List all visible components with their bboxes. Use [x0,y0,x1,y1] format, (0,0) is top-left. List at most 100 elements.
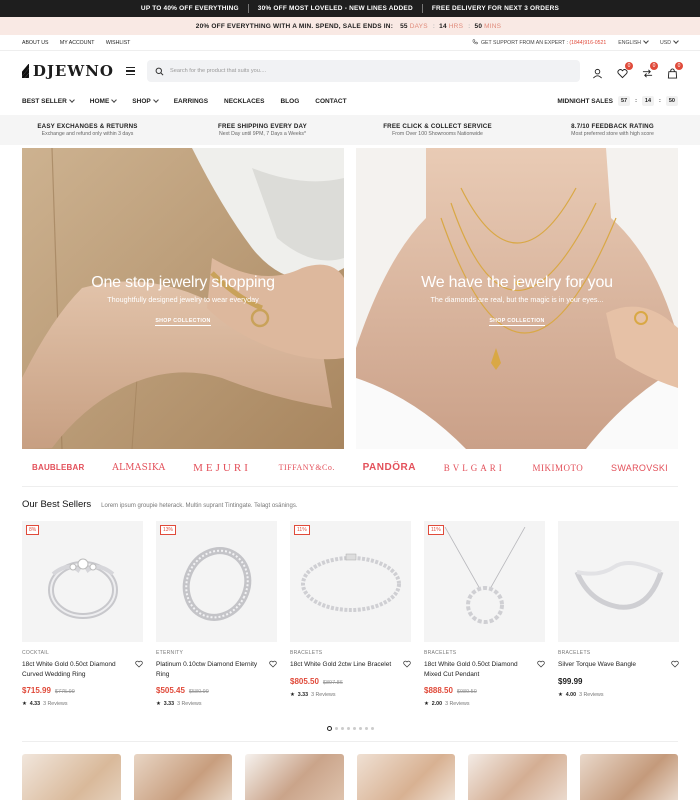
sale-price: $715.99 [22,686,51,695]
pagination-dot[interactable] [340,727,344,730]
product-image[interactable] [558,521,679,642]
category-thumbnail[interactable] [133,754,232,800]
nav-item-earrings[interactable]: EARRINGS [174,98,208,105]
heart-icon[interactable] [269,660,277,668]
cart-count-badge: 0 [675,61,683,70]
pagination-dot[interactable] [364,727,368,730]
heart-icon[interactable] [403,660,411,668]
support-phone[interactable]: GET SUPPORT FROM AN EXPERT : (1844)916-0… [472,39,606,46]
brand-logo-baublebar[interactable]: BAUBLEBAR [32,463,84,472]
category-thumbnail[interactable] [468,754,567,800]
search-input[interactable] [170,68,572,74]
product-name[interactable]: 18ct White Gold 2ctw Line Bracelet [290,660,398,670]
user-icon [593,68,602,78]
brand-logo-bvlgari[interactable]: BVLGARI [444,463,505,473]
product-name[interactable]: Silver Torque Wave Bangle [558,660,666,670]
countdown-days-unit: DAYS [409,22,428,30]
product-image[interactable]: 11% [290,521,411,642]
midnight-sales[interactable]: MIDNIGHT SALES 57: 14: 50 [557,96,678,106]
bangle-image [574,560,663,610]
site-logo[interactable]: DJEWNO [22,62,114,80]
nav-item-contact[interactable]: CONTACT [315,98,346,105]
search-icon[interactable] [155,67,164,76]
midnight-sales-label: MIDNIGHT SALES [557,97,613,105]
carousel-pagination [0,726,700,731]
discount-badge: 11% [428,525,444,535]
chevron-down-icon [152,97,159,103]
features-strip: EASY EXCHANGES & RETURNS Exchange and ref… [0,115,700,145]
category-thumbnail[interactable] [356,754,455,800]
review-count: 3 Reviews [311,691,336,698]
product-image[interactable]: 13% [156,521,277,642]
brand-logo-mikimoto[interactable]: MIKIMOTO [532,463,583,473]
pagination-dot[interactable] [358,727,362,730]
menu-icon[interactable] [126,67,135,75]
wishlist-button[interactable]: 0 [617,61,633,78]
nav-item-blog[interactable]: BLOG [280,98,299,105]
compare-button[interactable]: 0 [642,61,658,77]
brand-logo-mejuri[interactable]: MEJURI [193,462,251,474]
star-icon: ★ [22,701,27,707]
countdown-hours-unit: HRS [448,22,464,30]
original-price: $775.99 [54,689,75,695]
price-value: $99.99 [558,676,583,686]
brand-logo-tiffany[interactable]: TIFFANY&Co. [279,463,335,472]
pagination-dot[interactable] [326,726,332,731]
nav-label: SHOP [132,97,151,105]
product-carousel: 8% COCKTAIL 18ct White Gold 0.50ct Diamo… [0,521,700,707]
product-card[interactable]: BRACELETS Silver Torque Wave Bangle $99.… [558,521,679,707]
category-thumbnail[interactable] [245,754,344,800]
announcement-3: FREE DELIVERY FOR NEXT 3 ORDERS [431,5,560,12]
feature-item: EASY EXCHANGES & RETURNS Exchange and ref… [0,123,175,138]
best-sellers-header: Our Best Sellers Lorem ipsum groupie het… [0,499,700,510]
account-button[interactable] [592,66,603,78]
product-card[interactable]: 13% ETERNITY Platinum 0.10ctw Diamond Et… [156,521,277,707]
nav-item-shop[interactable]: SHOP [132,97,159,105]
nav-item-home[interactable]: HOME [89,97,118,105]
review-count: 3 Reviews [579,691,604,698]
heart-icon[interactable] [537,660,545,668]
product-rating: ★ 4.33 3 Reviews [22,701,143,707]
pagination-dot[interactable] [352,727,356,730]
wishlist-link[interactable]: WISHLIST [106,40,131,46]
pagination-dot[interactable] [346,727,350,730]
currency-select[interactable]: USD [660,37,679,46]
nav-item-best-seller[interactable]: BEST SELLER [22,97,75,105]
language-select[interactable]: ENGLISH [618,37,649,46]
brand-logo-almasika[interactable]: ALMASIKA [112,463,165,473]
hero-banner-left[interactable]: One stop jewelry shopping Thoughtfully d… [22,148,344,449]
nav-label: HOME [89,97,110,105]
product-name[interactable]: 18ct White Gold 0.50ct Diamond Curved We… [22,660,130,679]
product-image[interactable]: 11% [424,521,545,642]
heart-icon[interactable] [671,660,679,668]
product-rating: ★ 2.00 3 Reviews [424,701,545,707]
my-account-link[interactable]: MY ACCOUNT [60,40,95,46]
brand-logo-pandora[interactable]: PANDÖRA [363,462,416,473]
countdown: 55 DAYS: 14 HRS: 50 MINS [400,22,502,30]
original-price: $580.99 [188,689,209,695]
shop-collection-link[interactable]: SHOP COLLECTION [489,318,545,326]
rating-value: 2.00 [431,701,443,707]
pagination-dot[interactable] [370,727,374,730]
heart-icon[interactable] [135,660,143,668]
hero-banner-right[interactable]: We have the jewelry for you The diamonds… [356,148,678,449]
hero-subtitle: Thoughtfully designed jewelry to wear ev… [107,295,259,304]
product-image[interactable]: 8% [22,521,143,642]
brand-logo-swarovski[interactable]: SWAROVSKI [611,463,668,473]
cart-button[interactable]: 0 [667,61,683,79]
product-card[interactable]: 11% BRACELETS 18ct White Gold 2ctw Line … [290,521,411,707]
review-count: 3 Reviews [177,701,202,707]
category-thumbnails [0,754,700,800]
product-name[interactable]: Platinum 0.10ctw Diamond Eternity Ring [156,660,264,679]
product-name[interactable]: 18ct White Gold 0.50ct Diamond Mixed Cut… [424,660,532,679]
product-card[interactable]: 11% BRACELETS 18ct White Gold 0.50ct Dia… [424,521,545,707]
category-thumbnail[interactable] [579,754,678,800]
divider [247,4,249,13]
product-price: $715.99 $775.99 [22,686,143,695]
shop-collection-link[interactable]: SHOP COLLECTION [155,318,211,326]
product-card[interactable]: 8% COCKTAIL 18ct White Gold 0.50ct Diamo… [22,521,143,707]
category-thumbnail[interactable] [22,754,121,800]
pagination-dot[interactable] [334,727,338,730]
nav-item-necklaces[interactable]: NECKLACES [224,98,264,105]
about-us-link[interactable]: ABOUT US [22,40,48,46]
